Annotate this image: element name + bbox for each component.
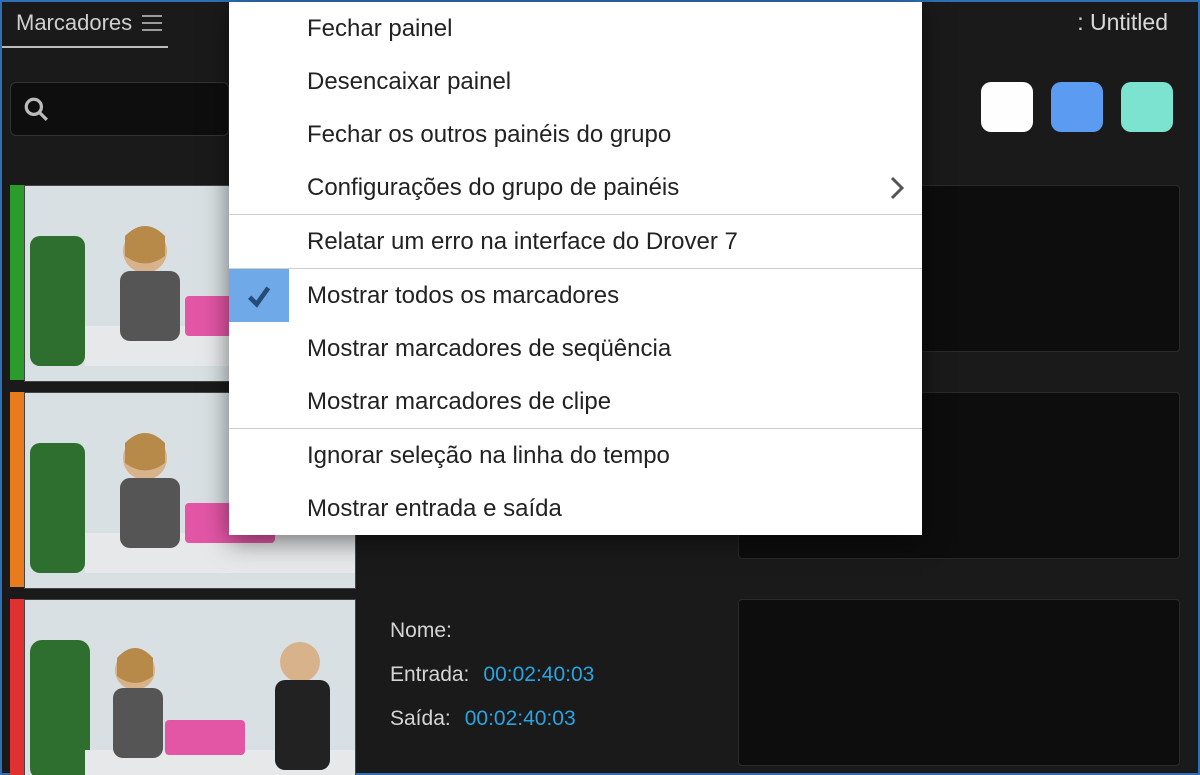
marker-color-stripe <box>10 185 24 380</box>
marker-comment-box[interactable] <box>738 599 1180 766</box>
panel-menu-icon[interactable] <box>142 15 162 31</box>
panel-title: Marcadores <box>16 10 132 36</box>
check-icon <box>229 269 289 322</box>
menu-ignore-timeline-selection[interactable]: Ignorar seleção na linha do tempo <box>229 429 922 482</box>
marker-in-label: Entrada: <box>390 663 469 687</box>
marker-name-label: Nome: <box>390 619 452 643</box>
menu-close-panel[interactable]: Fechar painel <box>229 2 922 55</box>
markers-panel: Marcadores : Untitled <box>0 0 1200 775</box>
marker-color-stripe <box>10 599 24 775</box>
panel-context-menu: Fechar painel Desencaixar painel Fechar … <box>229 2 922 535</box>
marker-thumbnail <box>24 599 356 775</box>
menu-show-all-markers[interactable]: Mostrar todos os marcadores <box>229 269 922 322</box>
search-icon <box>23 96 49 122</box>
menu-show-sequence-markers[interactable]: Mostrar marcadores de seqüência <box>229 322 922 375</box>
sequence-name: : Untitled <box>1077 9 1168 36</box>
menu-panel-group-settings[interactable]: Configurações do grupo de painéis <box>229 161 922 214</box>
color-chip-blue[interactable] <box>1051 82 1103 132</box>
marker-color-filters <box>981 82 1173 132</box>
menu-show-in-out[interactable]: Mostrar entrada e saída <box>229 482 922 535</box>
marker-search[interactable] <box>10 82 229 136</box>
marker-color-stripe <box>10 392 24 587</box>
marker-info: Nome: Entrada: 00:02:40:03 Saída: 00:02:40… <box>390 619 594 751</box>
color-chip-white[interactable] <box>981 82 1033 132</box>
marker-row[interactable]: Nome: Entrada: 00:02:40:03 Saída: 00:02:40… <box>10 599 1180 775</box>
menu-report-drover-error[interactable]: Relatar um erro na interface do Drover 7 <box>229 215 922 268</box>
panel-tab-markers[interactable]: Marcadores <box>2 2 168 48</box>
menu-show-clip-markers[interactable]: Mostrar marcadores de clipe <box>229 375 922 428</box>
chevron-right-icon <box>890 176 904 200</box>
marker-out-label: Saída: <box>390 707 451 731</box>
menu-close-others[interactable]: Fechar os outros painéis do grupo <box>229 108 922 161</box>
menu-undock-panel[interactable]: Desencaixar painel <box>229 55 922 108</box>
color-chip-teal[interactable] <box>1121 82 1173 132</box>
marker-out-timecode[interactable]: 00:02:40:03 <box>465 707 576 731</box>
marker-in-timecode[interactable]: 00:02:40:03 <box>483 663 594 687</box>
